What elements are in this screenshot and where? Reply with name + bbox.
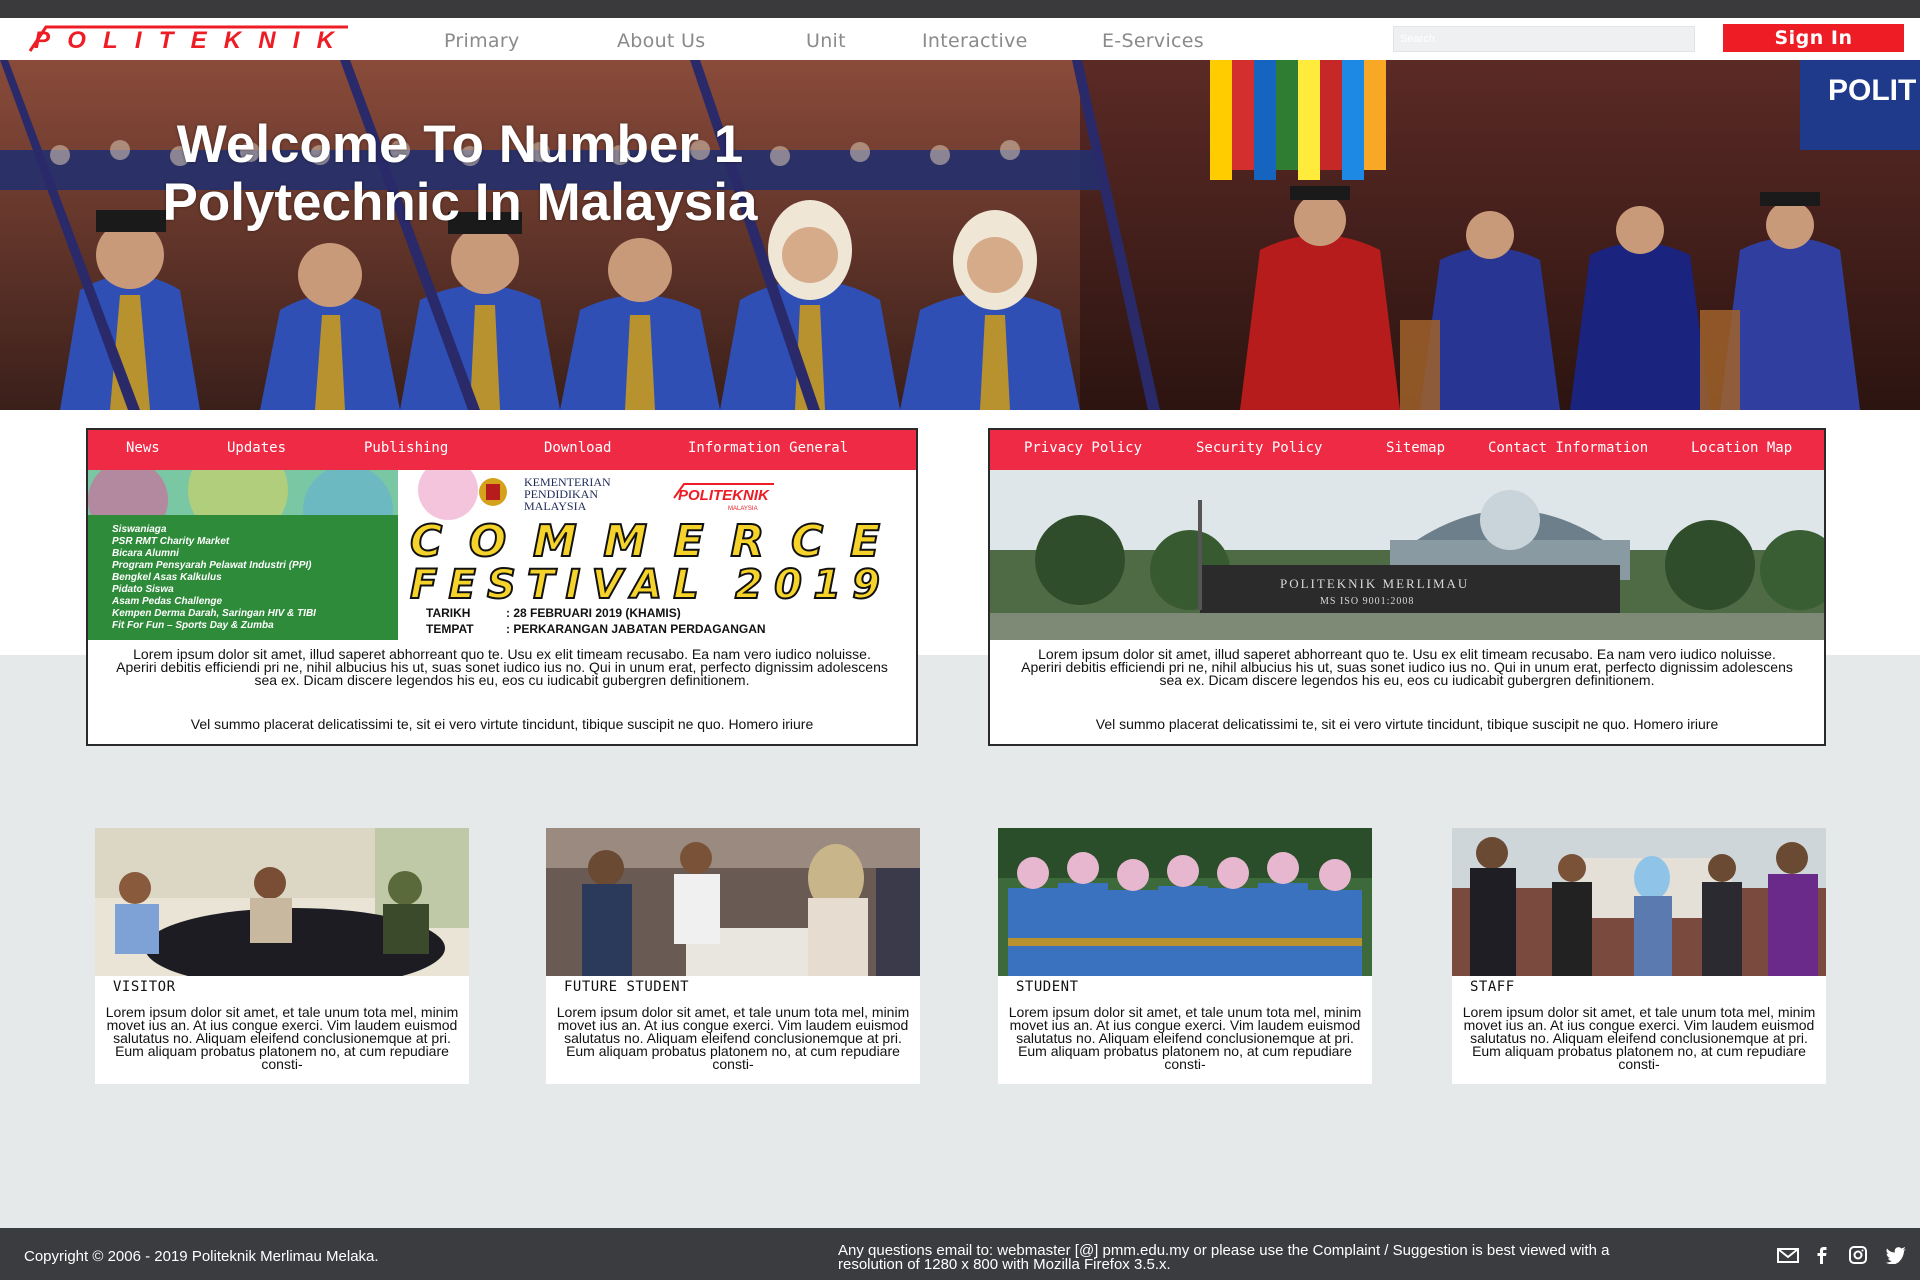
svg-text:MS ISO 9001:2008: MS ISO 9001:2008 — [1320, 596, 1414, 607]
svg-text:Bicara Alumni: Bicara Alumni — [112, 548, 179, 559]
svg-text:TEMPAT: TEMPAT — [426, 622, 474, 636]
card-staff[interactable]: STAFF Lorem ipsum dolor sit amet, et tal… — [1452, 828, 1826, 1084]
nav-about-us[interactable]: About Us — [617, 30, 705, 52]
tab-contact-information[interactable]: Contact Information — [1488, 440, 1648, 456]
mail-icon[interactable] — [1776, 1246, 1800, 1264]
nav-primary[interactable]: Primary — [444, 30, 520, 52]
svg-text:: PERKARANGAN JABATAN PERDAGA: : PERKARANGAN JABATAN PERDAGANGAN — [506, 622, 766, 636]
tab-security-policy[interactable]: Security Policy — [1196, 440, 1322, 456]
nav-unit[interactable]: Unit — [806, 30, 846, 52]
card-label: FUTURE STUDENT — [564, 979, 690, 995]
svg-text:Pidato Siswa: Pidato Siswa — [112, 584, 174, 595]
card-student[interactable]: STUDENT Lorem ipsum dolor sit amet, et t… — [998, 828, 1372, 1084]
card-visitor[interactable]: VISITOR Lorem ipsum dolor sit amet, et t… — [95, 828, 469, 1084]
card-future-student[interactable]: FUTURE STUDENT Lorem ipsum dolor sit ame… — [546, 828, 920, 1084]
copyright-text: Copyright © 2006 - 2019 Politeknik Merli… — [24, 1248, 379, 1265]
footer: Copyright © 2006 - 2019 Politeknik Merli… — [0, 1228, 1920, 1280]
tab-sitemap[interactable]: Sitemap — [1386, 440, 1445, 456]
twitter-icon[interactable] — [1884, 1246, 1908, 1264]
nav-e-services[interactable]: E-Services — [1102, 30, 1204, 52]
student-photo — [998, 828, 1372, 976]
campus-photo: POLITEKNIK MERLIMAU MS ISO 9001:2008 — [990, 470, 1824, 640]
svg-text:PSR RMT Charity Market: PSR RMT Charity Market — [112, 536, 230, 547]
card-label: STAFF — [1470, 979, 1515, 995]
svg-text:: 28 FEBRUARI 2019 (KHAMIS): : 28 FEBRUARI 2019 (KHAMIS) — [506, 606, 681, 620]
tab-news[interactable]: News — [126, 440, 160, 456]
svg-text:Bengkel Asas Kalkulus: Bengkel Asas Kalkulus — [112, 572, 222, 583]
hero-banner: POLIT Welcome To Number 1 Polytechnic In… — [0, 60, 1920, 410]
hero-title: Welcome To Number 1 Polytechnic In Malay… — [162, 115, 758, 232]
info-tab-bar: Privacy Policy Security Policy Sitemap C… — [990, 430, 1824, 470]
instagram-icon[interactable] — [1846, 1246, 1870, 1264]
card-text: Lorem ipsum dolor sit amet, et tale unum… — [556, 1004, 910, 1072]
svg-text:MALAYSIA: MALAYSIA — [524, 499, 587, 513]
tab-download[interactable]: Download — [544, 440, 611, 456]
info-panel: Privacy Policy Security Policy Sitemap C… — [988, 428, 1826, 746]
tab-publishing[interactable]: Publishing — [364, 440, 448, 456]
card-label: STUDENT — [1016, 979, 1079, 995]
search-input[interactable] — [1393, 26, 1695, 52]
info-panel-text: Lorem ipsum dolor sit amet, illud sapere… — [1021, 646, 1793, 688]
visitor-photo — [95, 828, 469, 976]
svg-text:Program Pensyarah Pelawat Indu: Program Pensyarah Pelawat Industri (PPI) — [112, 560, 312, 571]
svg-text:Kempen Derma Darah, Saringan H: Kempen Derma Darah, Saringan HIV & TIBI — [112, 608, 316, 619]
staff-photo — [1452, 828, 1826, 976]
tab-updates[interactable]: Updates — [227, 440, 286, 456]
svg-text:TARIKH: TARIKH — [426, 606, 470, 620]
card-text: Lorem ipsum dolor sit amet, et tale unum… — [1462, 1004, 1816, 1072]
svg-text:Fit For Fun – Sports Day & Zum: Fit For Fun – Sports Day & Zumba — [112, 620, 274, 631]
future-student-photo — [546, 828, 920, 976]
news-panel: News Updates Publishing Download Informa… — [86, 428, 918, 746]
nav-interactive[interactable]: Interactive — [922, 30, 1028, 52]
svg-text:POLITEKNIK: POLITEKNIK — [678, 487, 770, 504]
card-label: VISITOR — [113, 979, 176, 995]
news-panel-text: Lorem ipsum dolor sit amet, illud sapere… — [116, 646, 888, 688]
sign-in-button[interactable]: Sign In — [1723, 24, 1904, 52]
news-panel-text-2: Vel summo placerat delicatissimi te, sit… — [190, 716, 814, 732]
top-strip — [0, 0, 1920, 18]
svg-text:MALAYSIA: MALAYSIA — [728, 506, 758, 512]
commerce-festival-poster[interactable]: KEMENTERIAN PENDIDIKAN MALAYSIA POLITEKN… — [88, 470, 916, 640]
tab-privacy-policy[interactable]: Privacy Policy — [1024, 440, 1142, 456]
politeknik-logo[interactable]: POLITEKNIK — [28, 25, 353, 53]
card-text: Lorem ipsum dolor sit amet, et tale unum… — [1008, 1004, 1362, 1072]
svg-text:POLITEKNIK: POLITEKNIK — [34, 27, 336, 53]
svg-text:Asam Pedas Challenge: Asam Pedas Challenge — [111, 596, 222, 607]
contact-note: Any questions email to: webmaster [@] pm… — [838, 1242, 1610, 1273]
tab-information-general[interactable]: Information General — [688, 440, 848, 456]
info-panel-text-2: Vel summo placerat delicatissimi te, sit… — [1095, 716, 1719, 732]
news-tab-bar: News Updates Publishing Download Informa… — [88, 430, 916, 470]
svg-text:POLIT: POLIT — [1828, 74, 1916, 107]
svg-text:Siswaniaga: Siswaniaga — [112, 524, 167, 535]
navbar: POLITEKNIK Primary About Us Unit Interac… — [0, 18, 1920, 60]
facebook-icon[interactable] — [1810, 1246, 1834, 1264]
tab-location-map[interactable]: Location Map — [1691, 440, 1792, 456]
svg-text:COMMERCE: COMMERCE — [410, 516, 880, 567]
card-text: Lorem ipsum dolor sit amet, et tale unum… — [105, 1004, 459, 1072]
hero-photo: POLIT — [0, 60, 1920, 410]
svg-text:POLITEKNIK MERLIMAU: POLITEKNIK MERLIMAU — [1280, 576, 1469, 591]
